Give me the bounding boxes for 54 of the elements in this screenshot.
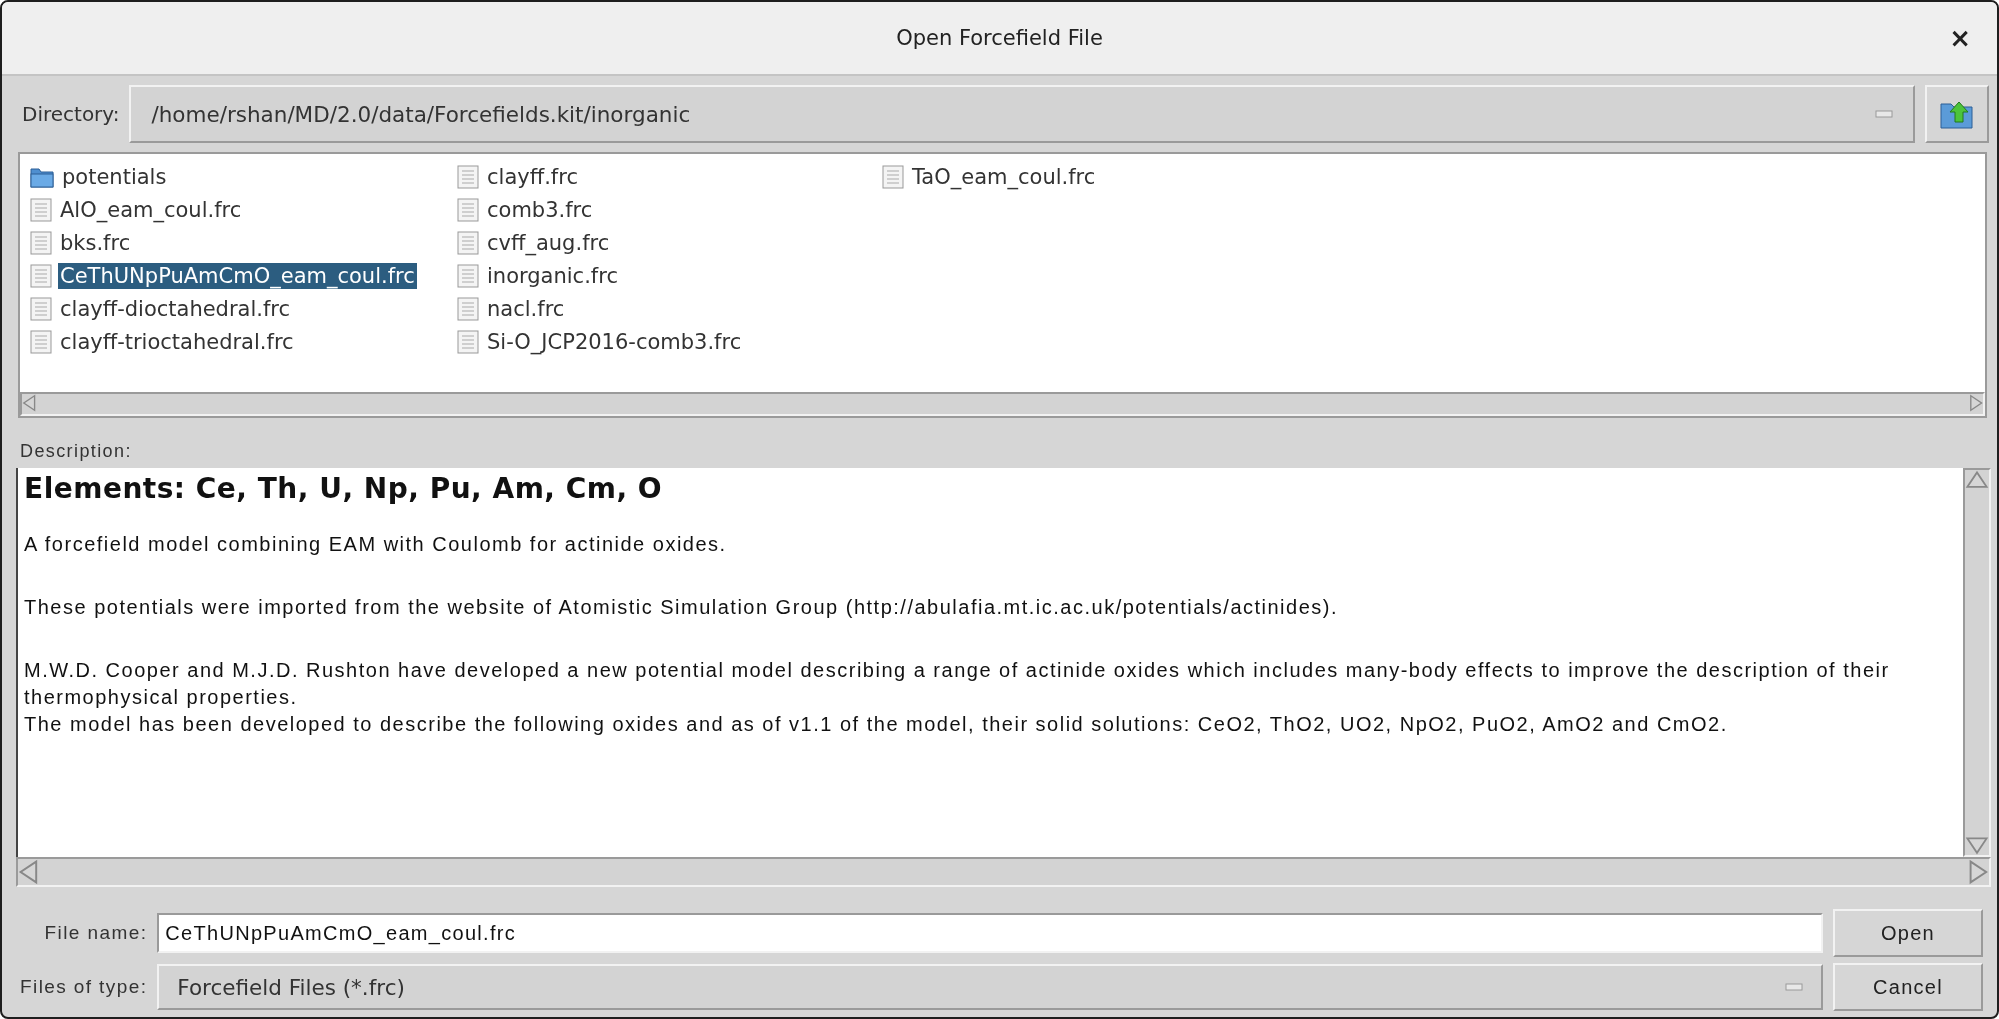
description-text: M.W.D. Cooper and M.J.D. Rushton have developed a new potential model describing a range of actinide oxides which includes many-body effects to improve the description of their thermophysical properties. [24,658,1891,710]
directory-label: Directory: [22,102,120,126]
document-icon [882,164,904,189]
description-text: The model has been developed to describe the following oxides and as of v1.1 of the model, their solid solutions: CeO2, ThO2, UO2, NpO2, PuO2, AmO2 and CmO2. [24,712,1729,737]
scroll-left-icon[interactable] [18,859,39,885]
document-icon [30,296,52,321]
description-heading: Elements: Ce, Th, U, Np, Pu, Am, Cm, O [24,472,664,505]
file-item[interactable]: clayff-trioctahedral.frc [58,328,296,355]
scroll-left-icon[interactable] [22,394,37,412]
file-item[interactable]: inorganic.frc [485,262,620,289]
folder-item[interactable]: potentials [60,163,169,190]
file-item[interactable]: cvff_aug.frc [485,229,612,256]
cancel-button[interactable]: Cancel [1833,963,1983,1011]
document-icon [457,329,479,354]
document-icon [457,197,479,222]
window-title: Open Forcefield File [896,26,1103,50]
scroll-down-icon[interactable] [1965,835,1989,855]
description-text: These potentials were imported from the website of Atomistic Simulation Group (http://abulafia.mt.ic.ac.uk/potentials/actinides). [24,595,1340,620]
scroll-right-icon[interactable] [1968,859,1989,885]
file-type-dropdown[interactable]: Forcefield Files (*.frc) [157,964,1823,1010]
document-icon [457,263,479,288]
file-item[interactable]: AlO_eam_coul.frc [58,196,244,223]
document-icon [30,230,52,255]
document-icon [457,296,479,321]
file-item[interactable]: clayff-dioctahedral.frc [58,295,293,322]
document-icon [457,230,479,255]
document-icon [30,197,52,222]
file-item[interactable]: bks.frc [58,229,133,256]
vertical-scrollbar[interactable] [1963,468,1991,857]
file-item[interactable]: TaO_eam_coul.frc [910,163,1098,190]
document-icon [457,164,479,189]
horizontal-scrollbar[interactable] [20,392,1985,416]
document-icon [30,263,52,288]
file-item[interactable]: Si-O_JCP2016-comb3.frc [485,328,744,355]
open-button[interactable]: Open [1833,909,1983,957]
scroll-right-icon[interactable] [1968,394,1983,412]
directory-dropdown[interactable]: /home/rshan/MD/2.0/data/Forcefields.kit/inorganic [129,85,1915,143]
document-icon [30,329,52,354]
file-item[interactable]: nacl.frc [485,295,567,322]
description-text: A forcefield model combining EAM with Coulomb for actinide oxides. [24,532,728,557]
file-name-label: File name: [44,922,148,944]
close-button[interactable]: × [1945,24,1975,52]
dropdown-indicator-icon [1785,983,1803,991]
file-item[interactable]: clayff.frc [485,163,580,190]
file-item[interactable]: CeThUNpPuAmCmO_eam_coul.frc [58,262,417,289]
file-name-field[interactable]: CeThUNpPuAmCmO_eam_coul.frc [157,913,1823,953]
folder-icon [30,165,54,188]
file-item[interactable]: comb3.frc [485,196,595,223]
horizontal-scrollbar[interactable] [16,857,1991,887]
dropdown-indicator-icon [1875,110,1893,118]
description-label: Description: [20,441,132,462]
parent-folder-button[interactable] [1925,85,1989,143]
file-type-label: Files of type: [20,976,148,998]
scroll-up-icon[interactable] [1965,470,1989,490]
